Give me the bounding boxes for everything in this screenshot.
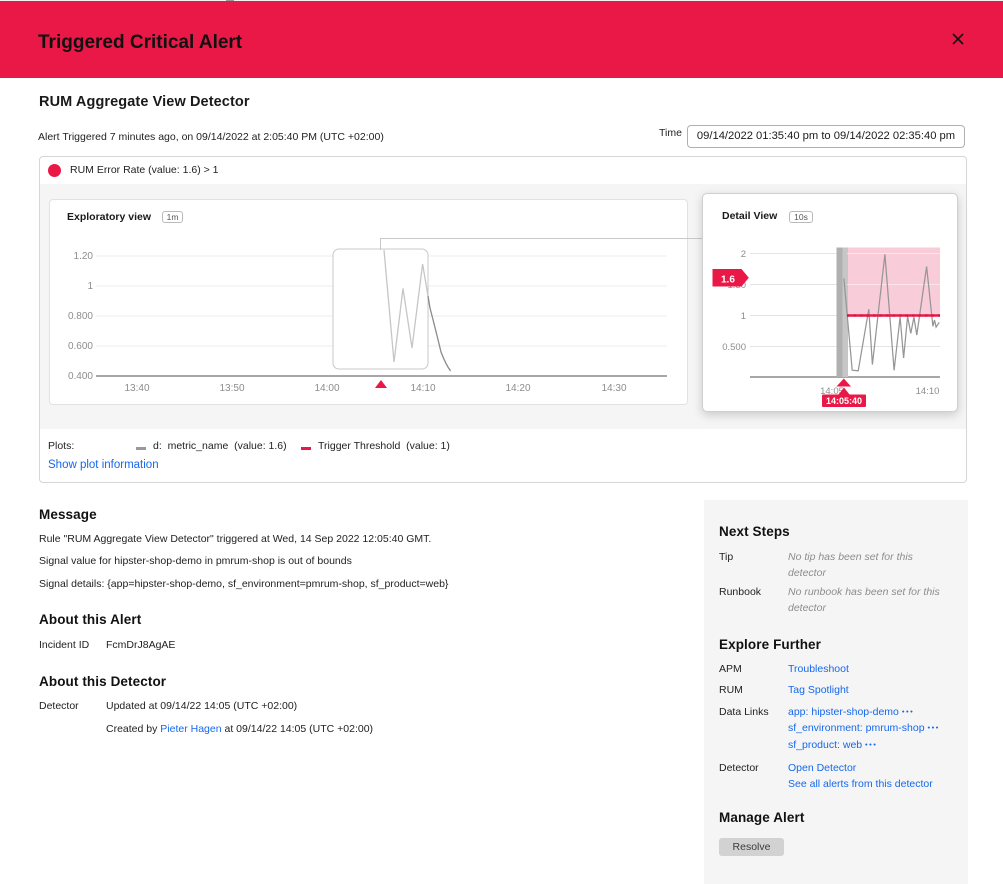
svg-text:0.600: 0.600 <box>68 341 93 352</box>
svg-text:1: 1 <box>87 281 93 292</box>
svg-text:14:30: 14:30 <box>601 383 626 394</box>
svg-text:14:20: 14:20 <box>505 383 530 394</box>
svg-text:0.500: 0.500 <box>722 342 746 353</box>
svg-text:2: 2 <box>741 249 746 260</box>
svg-text:1.20: 1.20 <box>74 251 94 262</box>
svg-text:0.800: 0.800 <box>68 311 93 322</box>
svg-text:14:05:40: 14:05:40 <box>826 396 862 406</box>
svg-text:14:10: 14:10 <box>410 383 435 394</box>
svg-text:13:50: 13:50 <box>219 383 244 394</box>
svg-text:1: 1 <box>741 311 746 322</box>
svg-text:1.6: 1.6 <box>721 275 735 286</box>
svg-text:13:40: 13:40 <box>124 383 149 394</box>
svg-text:0.400: 0.400 <box>68 371 93 382</box>
svg-text:14:00: 14:00 <box>314 383 339 394</box>
svg-text:14:10: 14:10 <box>916 386 940 397</box>
